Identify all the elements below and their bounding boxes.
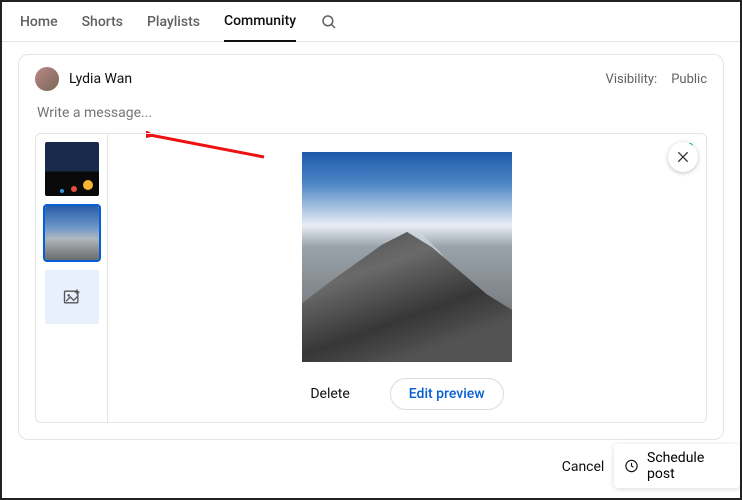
- add-image-icon: [62, 287, 82, 307]
- visibility-label: Visibility:: [606, 72, 658, 87]
- close-icon: [675, 149, 691, 165]
- schedule-post-label: Schedule post: [647, 450, 730, 482]
- message-input[interactable]: [37, 105, 709, 121]
- avatar: [35, 67, 59, 91]
- thumbnail-1[interactable]: [45, 142, 99, 196]
- author-block: Lydia Wan: [35, 67, 132, 91]
- preview-actions: Delete Edit preview: [310, 378, 503, 410]
- author-name: Lydia Wan: [69, 71, 132, 87]
- visibility-value: Public: [671, 72, 707, 87]
- clock-icon: [624, 458, 639, 474]
- preview-panel: Delete Edit preview: [108, 134, 706, 422]
- close-button[interactable]: [668, 142, 698, 172]
- channel-tabs: Home Shorts Playlists Community: [2, 2, 740, 42]
- thumbnail-strip: [36, 134, 108, 422]
- schedule-post-option[interactable]: Schedule post: [614, 444, 740, 488]
- composer-header: Lydia Wan Visibility: Public: [35, 67, 707, 91]
- thumbnail-2[interactable]: [45, 206, 99, 260]
- visibility-selector[interactable]: Visibility: Public: [606, 72, 707, 87]
- image-preview: [302, 152, 512, 362]
- cancel-button[interactable]: Cancel: [562, 459, 605, 475]
- tab-community[interactable]: Community: [224, 2, 296, 42]
- community-post-composer: Lydia Wan Visibility: Public Delete Edit…: [18, 54, 724, 440]
- tab-shorts[interactable]: Shorts: [82, 2, 123, 42]
- tab-home[interactable]: Home: [20, 2, 58, 42]
- tab-playlists[interactable]: Playlists: [147, 2, 200, 42]
- search-icon[interactable]: [320, 13, 338, 31]
- add-image-button[interactable]: [45, 270, 99, 324]
- image-editor: Delete Edit preview: [35, 133, 707, 423]
- edit-preview-button[interactable]: Edit preview: [390, 378, 504, 410]
- delete-button[interactable]: Delete: [310, 386, 349, 402]
